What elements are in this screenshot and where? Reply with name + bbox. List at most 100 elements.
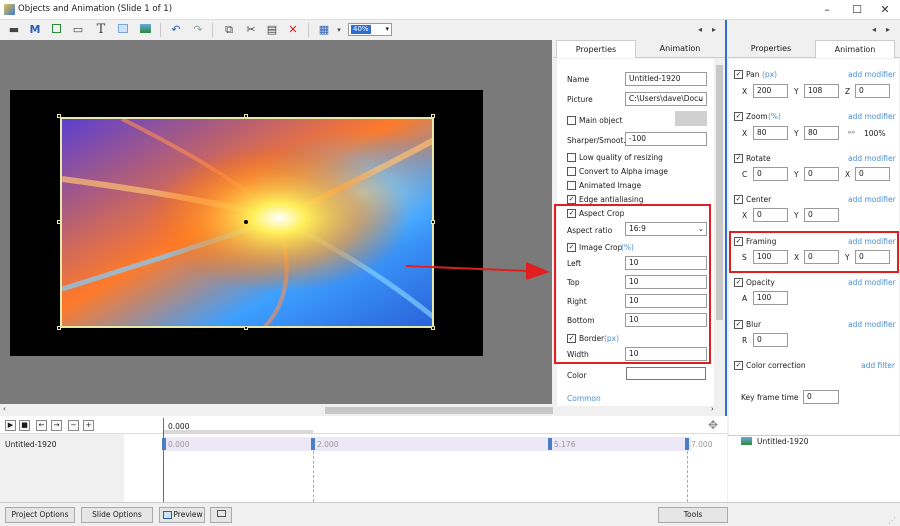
- object-list-item[interactable]: Untitled-1920: [757, 437, 808, 446]
- rectangle-icon[interactable]: [115, 22, 131, 38]
- remove-keyframe-button[interactable]: −: [68, 420, 79, 431]
- main-object-checkbox[interactable]: [567, 116, 576, 125]
- rotate-y-input[interactable]: 0: [804, 167, 839, 181]
- prev-keyframe-button[interactable]: ←: [36, 420, 47, 431]
- framing-checkbox[interactable]: ✓: [734, 237, 743, 246]
- pan-checkbox[interactable]: ✓: [734, 70, 743, 79]
- keyframe-marker[interactable]: [311, 438, 315, 450]
- play-button[interactable]: ▶: [5, 420, 16, 431]
- name-input[interactable]: Untitled-1920: [625, 72, 707, 86]
- resize-handle[interactable]: [431, 114, 435, 118]
- frame-icon[interactable]: [48, 22, 64, 38]
- pan-y-input[interactable]: 108: [804, 84, 839, 98]
- center-point[interactable]: [244, 220, 248, 224]
- keyframe-marker[interactable]: [162, 438, 166, 450]
- resize-handle[interactable]: [57, 326, 61, 330]
- project-options-button[interactable]: Project Options: [5, 507, 75, 523]
- rotate-checkbox[interactable]: ✓: [734, 154, 743, 163]
- slide-options-button[interactable]: Slide Options: [81, 507, 153, 523]
- close-icon[interactable]: ✕: [870, 0, 900, 20]
- add-filter-link[interactable]: add filter: [861, 361, 895, 370]
- key-frame-input[interactable]: 0: [803, 390, 839, 404]
- image-crop-checkbox[interactable]: ✓: [567, 243, 576, 252]
- copy-icon[interactable]: ⧉: [221, 22, 237, 38]
- rotate-x-input[interactable]: 0: [855, 167, 890, 181]
- resize-handle[interactable]: [57, 114, 61, 118]
- color-correction-checkbox[interactable]: ✓: [734, 361, 743, 370]
- grid-dropdown-icon[interactable]: ▾: [331, 22, 347, 38]
- edge-antialias-checkbox[interactable]: ✓: [567, 195, 576, 204]
- bottom-input[interactable]: 10: [625, 313, 707, 327]
- rotate-add-modifier[interactable]: add modifier: [848, 154, 896, 163]
- resize-handle[interactable]: [431, 220, 435, 224]
- camera-icon[interactable]: ▬: [6, 22, 22, 38]
- left-input[interactable]: 10: [625, 256, 707, 270]
- minimize-icon[interactable]: –: [812, 0, 842, 20]
- properties-scrollbar-thumb[interactable]: [716, 65, 723, 320]
- right-input[interactable]: 10: [625, 294, 707, 308]
- border-checkbox[interactable]: ✓: [567, 334, 576, 343]
- add-keyframe-button[interactable]: +: [83, 420, 94, 431]
- zoom-y-input[interactable]: 80: [804, 126, 839, 140]
- pan-add-modifier[interactable]: add modifier: [848, 70, 896, 79]
- framing-x-input[interactable]: 0: [804, 250, 839, 264]
- rotate-c-input[interactable]: 0: [753, 167, 788, 181]
- maximize-icon[interactable]: ☐: [842, 0, 872, 20]
- nav-right-icon-2[interactable]: ▸: [880, 22, 896, 38]
- resize-handle[interactable]: [57, 220, 61, 224]
- blur-add-modifier[interactable]: add modifier: [848, 320, 896, 329]
- pan-z-input[interactable]: 0: [855, 84, 890, 98]
- blur-r-input[interactable]: 0: [753, 333, 788, 347]
- common-label[interactable]: Common: [567, 394, 601, 403]
- keyframe-marker[interactable]: [685, 438, 689, 450]
- redo-icon[interactable]: ↷: [190, 22, 206, 38]
- resize-handle[interactable]: [244, 114, 248, 118]
- sharper-input[interactable]: -100: [625, 132, 707, 146]
- zoom-checkbox[interactable]: ✓: [734, 112, 743, 121]
- opacity-a-input[interactable]: 100: [753, 291, 788, 305]
- aspect-crop-checkbox[interactable]: ✓: [567, 209, 576, 218]
- text-icon[interactable]: T: [93, 22, 109, 38]
- top-input[interactable]: 10: [625, 275, 707, 289]
- move-icon[interactable]: ✥: [708, 418, 718, 432]
- nav-right-icon[interactable]: ▸: [706, 22, 722, 38]
- center-y-input[interactable]: 0: [804, 208, 839, 222]
- playhead[interactable]: [163, 418, 164, 502]
- opacity-checkbox[interactable]: ✓: [734, 278, 743, 287]
- convert-alpha-checkbox[interactable]: [567, 167, 576, 176]
- paste-icon[interactable]: ▤: [264, 22, 280, 38]
- grid-icon[interactable]: ▦: [316, 22, 332, 38]
- framing-y-input[interactable]: 0: [855, 250, 890, 264]
- zoom-x-input[interactable]: 80: [753, 126, 788, 140]
- resize-handle[interactable]: [431, 326, 435, 330]
- width-input[interactable]: 10: [625, 347, 707, 361]
- center-checkbox[interactable]: ✓: [734, 195, 743, 204]
- main-object-button[interactable]: [675, 111, 707, 126]
- center-add-modifier[interactable]: add modifier: [848, 195, 896, 204]
- animated-image-checkbox[interactable]: [567, 181, 576, 190]
- canvas-hscroll-thumb[interactable]: [325, 407, 553, 414]
- button-object-icon[interactable]: ▭: [70, 22, 86, 38]
- cut-icon[interactable]: ✂: [243, 22, 259, 38]
- next-keyframe-button[interactable]: →: [51, 420, 62, 431]
- link-icon[interactable]: ⚯: [848, 128, 855, 137]
- opacity-add-modifier[interactable]: add modifier: [848, 278, 896, 287]
- pan-x-input[interactable]: 200: [753, 84, 788, 98]
- scroll-left-icon[interactable]: ‹: [3, 405, 6, 413]
- resize-handle[interactable]: [244, 326, 248, 330]
- center-x-input[interactable]: 0: [753, 208, 788, 222]
- tools-button[interactable]: Tools: [658, 507, 728, 523]
- resize-grip-icon[interactable]: ⋰: [888, 516, 896, 525]
- scroll-right-icon[interactable]: ›: [711, 405, 714, 413]
- zoom-select[interactable]: 40% ▾: [348, 23, 392, 36]
- low-quality-checkbox[interactable]: [567, 153, 576, 162]
- framing-s-input[interactable]: 100: [753, 250, 788, 264]
- picture-select[interactable]: C:\Users\dave\Docu ⌄: [625, 92, 707, 106]
- zoom-add-modifier[interactable]: add modifier: [848, 112, 896, 121]
- timeline-track[interactable]: [163, 437, 691, 451]
- undo-icon[interactable]: ↶: [168, 22, 184, 38]
- keyframe-marker[interactable]: [548, 438, 552, 450]
- tab-animation[interactable]: Animation: [640, 40, 720, 58]
- tab-properties-2[interactable]: Properties: [731, 40, 811, 58]
- tab-animation-2[interactable]: Animation: [815, 40, 895, 58]
